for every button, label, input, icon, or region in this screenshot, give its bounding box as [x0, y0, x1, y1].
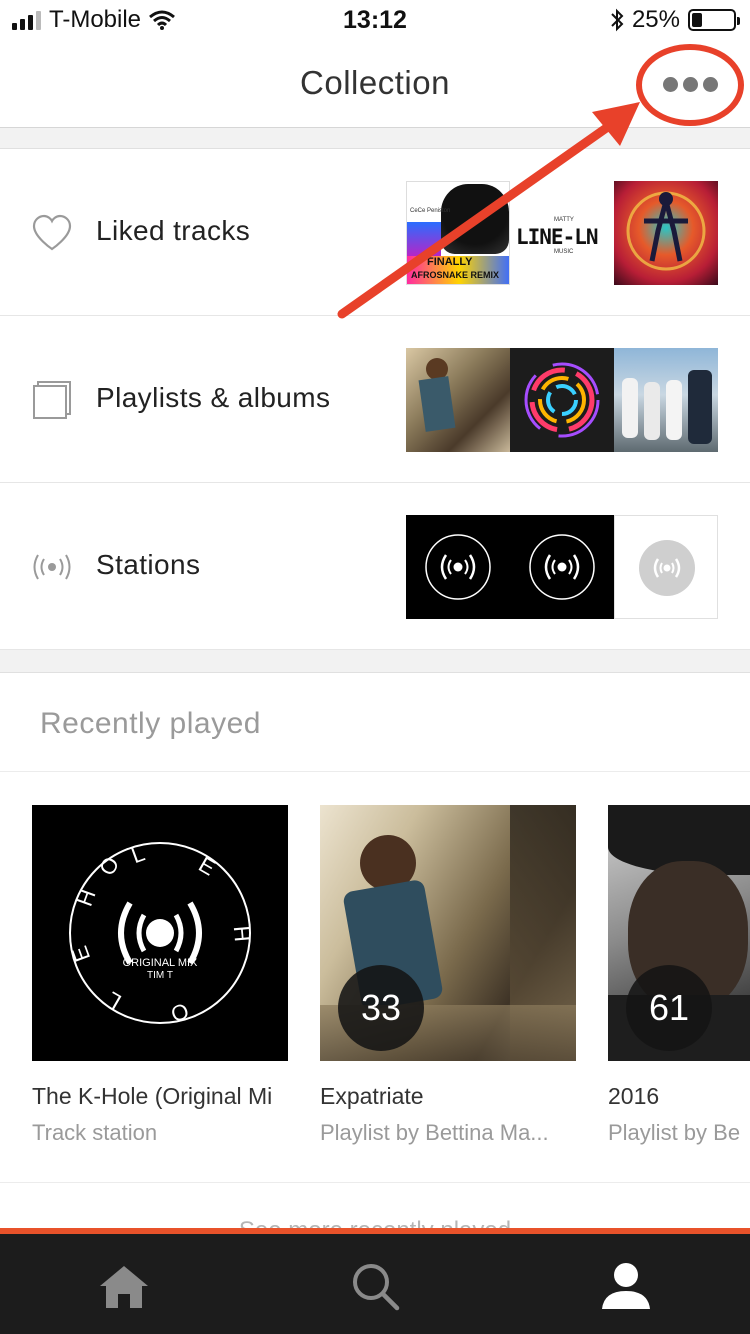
battery-group: 25%	[610, 6, 740, 34]
playlist-thumb-1	[406, 348, 510, 452]
recent-card-subtitle: Playlist by Be	[608, 1120, 741, 1145]
playlists-albums-label: Playlists & albums	[96, 382, 331, 413]
recent-card-title: The K-Hole (Original Mi	[32, 1083, 273, 1109]
battery-icon	[688, 9, 740, 31]
recent-card-expatriate[interactable]: 33 Expatriate Playlist by Bettina Ma...	[320, 805, 576, 1146]
battery-percent: 25%	[631, 6, 680, 33]
svg-text:O: O	[94, 852, 124, 879]
recent-card-station[interactable]: O L E H O L E H ORIGINAL MIX TIM T The K…	[32, 805, 288, 1146]
recent-card-artwork: O L E H O L E H ORIGINAL MIX TIM T	[32, 805, 288, 1061]
liked-thumb-1: CeCe Peniston FINALLY AFROSNAKE REMIX	[406, 181, 510, 285]
tab-collection[interactable]	[596, 1256, 656, 1316]
liked-tracks-label: Liked tracks	[96, 215, 251, 246]
station-thumb-1	[406, 515, 510, 619]
stacked-squares-icon	[30, 378, 74, 422]
track-count-badge: 33	[338, 965, 424, 1051]
recent-card-artwork: 61	[608, 805, 750, 1061]
playlist-thumb-3	[614, 348, 718, 452]
annotation-circle	[636, 44, 744, 126]
liked-tracks-thumbnails: CeCe Peniston FINALLY AFROSNAKE REMIX MA…	[406, 181, 718, 285]
playlists-albums-thumbnails	[406, 348, 718, 452]
liked-thumb-2-title: LINE-LN	[516, 225, 599, 249]
see-more-row[interactable]: See more recently played	[0, 1182, 750, 1234]
recently-played-title: Recently played	[40, 707, 261, 740]
liked-thumb-2: MATTY LINE-LN MUSIC	[510, 181, 614, 285]
recent-card-subtitle: Playlist by Bettina Ma...	[320, 1120, 549, 1145]
heart-icon	[30, 211, 74, 255]
station-thumb-2	[510, 515, 614, 619]
liked-thumb-3	[614, 181, 718, 285]
liked-tracks-row[interactable]: Liked tracks CeCe Peniston FINALLY AFROS…	[0, 149, 750, 316]
stations-row[interactable]: Stations	[0, 483, 750, 650]
bluetooth-icon	[611, 8, 624, 32]
collection-list: Liked tracks CeCe Peniston FINALLY AFROS…	[0, 148, 750, 650]
recently-played-strip[interactable]: O L E H O L E H ORIGINAL MIX TIM T The K…	[0, 772, 750, 1182]
liked-thumb-2-subtitle: MUSIC	[554, 249, 574, 255]
liked-thumb-1-title: FINALLY	[427, 256, 473, 268]
playlists-albums-row[interactable]: Playlists & albums	[0, 316, 750, 483]
recent-card-title: Expatriate	[320, 1083, 424, 1109]
recent-card-art-caption: ORIGINAL MIX	[122, 957, 198, 969]
profile-icon	[602, 1263, 650, 1309]
tab-bar	[0, 1228, 750, 1334]
svg-text:L: L	[102, 987, 125, 1015]
recent-card-subtitle: Track station	[32, 1120, 158, 1145]
track-count-badge: 61	[626, 965, 712, 1051]
liked-thumb-1-subtitle: AFROSNAKE REMIX	[411, 270, 500, 280]
liked-thumb-2-small-text: MATTY	[554, 217, 574, 223]
tab-search[interactable]	[345, 1256, 405, 1316]
recent-card-title: 2016	[608, 1083, 660, 1109]
station-thumb-placeholder	[614, 515, 718, 619]
broadcast-icon	[30, 545, 74, 589]
search-icon	[353, 1264, 400, 1311]
stations-thumbnails	[406, 515, 718, 619]
svg-text:E: E	[195, 852, 220, 881]
svg-text:H: H	[229, 925, 255, 943]
liked-thumb-1-small-text: CeCe Peniston	[410, 208, 451, 214]
home-icon	[100, 1266, 148, 1308]
recent-card-art-subcaption: TIM T	[147, 970, 173, 981]
recent-card-2016[interactable]: 61 2016 Playlist by Be	[608, 805, 750, 1146]
recently-played-header: Recently played	[0, 672, 750, 772]
recent-card-artwork: 33	[320, 805, 576, 1061]
status-bar: T-Mobile 13:12 25%	[0, 0, 750, 42]
tab-home[interactable]	[94, 1256, 154, 1316]
stations-label: Stations	[96, 549, 201, 580]
svg-text:H: H	[72, 886, 101, 909]
playlist-thumb-2	[510, 348, 614, 452]
